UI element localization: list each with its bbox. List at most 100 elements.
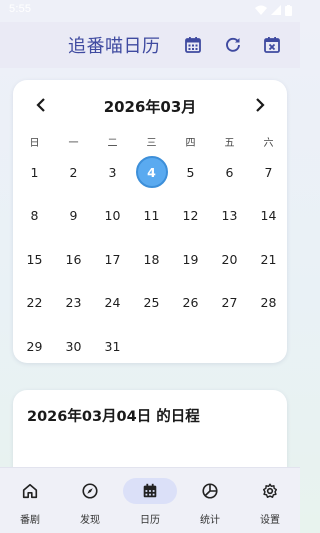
- calendar-day-number: 2: [69, 164, 78, 180]
- calendar-day-number: 18: [143, 251, 160, 267]
- calendar-day[interactable]: 12: [171, 198, 210, 234]
- nav-item-1[interactable]: 发现: [60, 468, 120, 533]
- nav-label: 日历: [140, 515, 160, 526]
- refresh-button[interactable]: [221, 33, 245, 57]
- calendar-day-number: 24: [104, 295, 121, 310]
- calendar-day-number: 10: [104, 208, 121, 223]
- wifi-icon: [255, 5, 267, 15]
- calendar-day[interactable]: 26: [171, 285, 210, 321]
- calendar-day-number: 6: [225, 164, 234, 180]
- cellular-signal-icon: [271, 5, 281, 15]
- weekday-label: 日: [29, 138, 40, 149]
- calendar-day-number: 11: [143, 208, 160, 223]
- battery-icon: [285, 4, 292, 16]
- calendar-day[interactable]: 14: [249, 198, 288, 234]
- calendar-day-number: 22: [26, 295, 43, 310]
- weekday-label: 三: [146, 138, 157, 149]
- calendar-day-number: 16: [65, 251, 82, 267]
- nav-label: 设置: [260, 515, 280, 526]
- calendar-day-number: 27: [221, 295, 238, 310]
- nav-indicator: [243, 478, 297, 504]
- chevron-right-icon: [256, 98, 265, 112]
- calendar-day[interactable]: 2: [54, 154, 93, 190]
- calendar-day[interactable]: 20: [210, 241, 249, 277]
- calendar-day[interactable]: 28: [249, 285, 288, 321]
- calendar-day-number: 21: [260, 251, 277, 267]
- schedule-title: 2026年03月04日 的日程: [27, 409, 200, 425]
- month-label: 2026年03月: [103, 98, 197, 116]
- calendar-day[interactable]: 13: [210, 198, 249, 234]
- app-title: 追番喵日历: [68, 36, 161, 57]
- status-bar: 5:55: [0, 0, 300, 22]
- calendar-day-number: 5: [186, 164, 195, 180]
- calendar-day[interactable]: 1: [15, 154, 54, 190]
- calendar-day-number: 8: [30, 208, 39, 223]
- calendar-day[interactable]: 31: [93, 328, 132, 364]
- calendar-day[interactable]: 23: [54, 285, 93, 321]
- calendar-day-number: 12: [182, 208, 199, 223]
- calendar-day-number: 1: [30, 164, 39, 180]
- calendar-day-number: 23: [65, 295, 82, 310]
- calendar-icon: [143, 483, 157, 498]
- calendar-day[interactable]: 18: [132, 241, 171, 277]
- calendar-day-number: 3: [108, 164, 117, 180]
- pie-chart-icon: [202, 483, 218, 499]
- calendar-day-number: 15: [26, 251, 43, 267]
- calendar-day[interactable]: 3: [93, 154, 132, 190]
- nav-item-0[interactable]: 番剧: [0, 468, 60, 533]
- calendar-day-number: 7: [264, 164, 273, 180]
- calendar-day[interactable]: 27: [210, 285, 249, 321]
- home-icon: [22, 483, 38, 499]
- calendar-day[interactable]: 29: [15, 328, 54, 364]
- calendar-day-number: 14: [260, 208, 277, 223]
- status-time: 5:55: [9, 3, 32, 15]
- weekday-header-row: 日一二三四五六: [13, 134, 287, 150]
- calendar-day[interactable]: 9: [54, 198, 93, 234]
- calendar-day[interactable]: 15: [15, 241, 54, 277]
- nav-label: 统计: [200, 515, 220, 526]
- weekday-label: 四: [185, 138, 196, 149]
- calendar-day[interactable]: 30: [54, 328, 93, 364]
- calendar-day[interactable]: 10: [93, 198, 132, 234]
- calendar-day[interactable]: 19: [171, 241, 210, 277]
- calendar-day[interactable]: 21: [249, 241, 288, 277]
- clear-calendar-button[interactable]: [260, 33, 284, 57]
- calendar-day-number: 29: [26, 338, 43, 354]
- nav-item-4[interactable]: 设置: [240, 468, 300, 533]
- calendar-day[interactable]: 8: [15, 198, 54, 234]
- compass-icon: [82, 483, 98, 499]
- calendar-day-number: 31: [104, 338, 121, 354]
- calendar-day[interactable]: 17: [93, 241, 132, 277]
- calendar-day[interactable]: 16: [54, 241, 93, 277]
- calendar-card: 2026年03月 日一二三四五六 1 2 3 4 5 6 7 8 9 10 11 12 13 14 15 16…: [13, 80, 287, 363]
- calendar-day-number: 17: [104, 251, 121, 267]
- calendar-day[interactable]: 6: [210, 154, 249, 190]
- calendar-day-number: 28: [260, 295, 277, 310]
- calendar-day-number: 25: [143, 295, 160, 310]
- nav-indicator: [123, 478, 177, 504]
- nav-label: 发现: [80, 515, 100, 526]
- calendar-day-number: 26: [182, 295, 199, 310]
- calendar-day[interactable]: 5: [171, 154, 210, 190]
- calendar-day[interactable]: 25: [132, 285, 171, 321]
- weekday-label: 二: [107, 138, 118, 149]
- calendar-day-number: 30: [65, 338, 82, 354]
- refresh-icon: [226, 37, 240, 52]
- app-bar: 追番喵日历: [0, 22, 300, 68]
- calendar-day[interactable]: 7: [249, 154, 288, 190]
- nav-label: 番剧: [20, 515, 40, 526]
- calendar-month-icon: [185, 37, 201, 53]
- next-month-button[interactable]: [249, 94, 271, 116]
- calendar-month-button[interactable]: [181, 33, 205, 57]
- calendar-day-number: 19: [182, 251, 199, 267]
- calendar-day-selected[interactable]: 4: [132, 154, 171, 190]
- nav-indicator: [3, 478, 57, 504]
- bottom-navigation: 番剧 发现 日历 统计 设置: [0, 467, 300, 533]
- clear-calendar-icon: [264, 37, 280, 53]
- nav-item-3[interactable]: 统计: [180, 468, 240, 533]
- calendar-day[interactable]: 24: [93, 285, 132, 321]
- calendar-day[interactable]: 11: [132, 198, 171, 234]
- calendar-day[interactable]: 22: [15, 285, 54, 321]
- nav-item-2[interactable]: 日历: [120, 468, 180, 533]
- calendar-day-number: 20: [221, 251, 238, 267]
